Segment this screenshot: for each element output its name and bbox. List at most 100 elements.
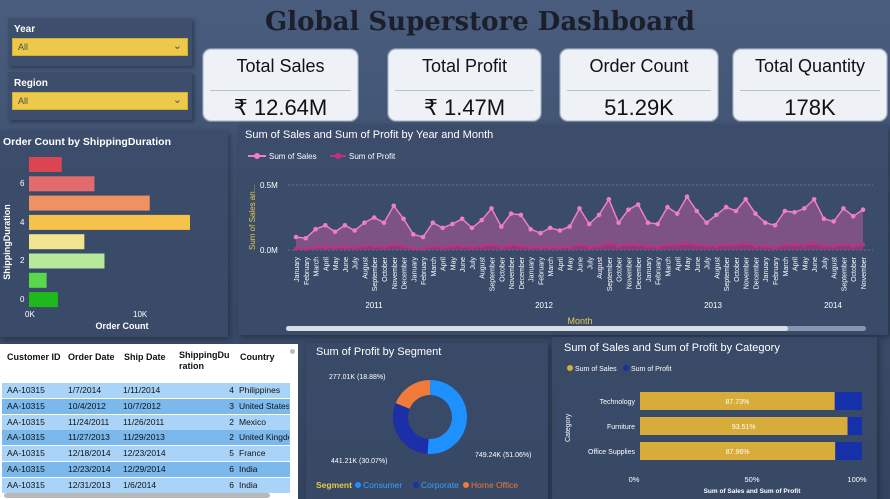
table-row[interactable]: AA-10315 11/24/2011 11/26/2011 2 Mexico xyxy=(2,414,290,430)
profit-point[interactable] xyxy=(704,244,709,249)
sales-point[interactable] xyxy=(362,220,367,225)
profit-point[interactable] xyxy=(489,242,494,247)
legend-profit[interactable]: Sum of Profit xyxy=(330,152,396,161)
profit-point[interactable] xyxy=(773,245,778,250)
profit-point[interactable] xyxy=(831,244,836,249)
profit-point[interactable] xyxy=(548,245,553,250)
sales-point[interactable] xyxy=(332,229,338,235)
profit-point[interactable] xyxy=(577,242,582,247)
profit-point[interactable] xyxy=(538,245,543,250)
profit-point[interactable] xyxy=(675,242,680,247)
column-header[interactable]: Country xyxy=(240,352,275,363)
sales-point[interactable] xyxy=(733,208,739,214)
sales-point[interactable] xyxy=(772,223,778,228)
kpi-total-sales[interactable]: Total Sales ₹ 12.64M xyxy=(203,49,358,121)
sales-point[interactable] xyxy=(391,203,397,209)
bar[interactable] xyxy=(29,234,85,250)
profit-point[interactable] xyxy=(841,242,846,247)
sales-point[interactable] xyxy=(401,216,406,222)
column-header[interactable]: ShippingDu ration xyxy=(179,350,235,372)
table-row[interactable]: AA-10315 12/23/2014 12/29/2014 6 India xyxy=(2,462,290,477)
bar[interactable] xyxy=(29,176,95,192)
profit-point[interactable] xyxy=(861,242,865,247)
profit-point[interactable] xyxy=(685,241,690,246)
profit-point[interactable] xyxy=(792,242,797,247)
sales-point[interactable] xyxy=(616,220,621,225)
profit-bar[interactable] xyxy=(834,392,862,410)
sales-point[interactable] xyxy=(850,213,856,219)
sales-point[interactable] xyxy=(762,220,768,225)
sales-point[interactable] xyxy=(841,206,846,211)
sales-point[interactable] xyxy=(802,206,807,211)
kpi-total-quantity[interactable]: Total Quantity 178K xyxy=(733,49,887,121)
legend-profit[interactable]: Sum of Profit xyxy=(623,365,672,373)
donut-slice[interactable] xyxy=(395,380,430,409)
table-row[interactable]: AA-10315 10/4/2012 10/7/2012 3 United States xyxy=(2,398,290,414)
sales-point[interactable] xyxy=(635,202,641,207)
profit-point[interactable] xyxy=(694,242,699,247)
profit-point[interactable] xyxy=(528,245,533,250)
profit-point[interactable] xyxy=(802,242,807,247)
profit-point[interactable] xyxy=(450,244,455,249)
profit-point[interactable] xyxy=(391,242,396,247)
bar[interactable] xyxy=(29,272,47,288)
profit-point[interactable] xyxy=(411,246,416,251)
profit-point[interactable] xyxy=(782,242,787,247)
sales-point[interactable] xyxy=(792,210,797,215)
profit-point[interactable] xyxy=(303,246,308,251)
sales-point[interactable] xyxy=(450,221,455,227)
profit-bar[interactable] xyxy=(835,442,862,460)
profit-point[interactable] xyxy=(763,244,768,249)
bar[interactable] xyxy=(29,253,105,269)
orders-table[interactable]: Customer ID Order Date Ship Date Shippin… xyxy=(0,344,298,499)
profit-point[interactable] xyxy=(567,245,572,250)
profit-point[interactable] xyxy=(743,241,748,246)
profit-point[interactable] xyxy=(342,245,347,250)
sales-point[interactable] xyxy=(498,224,504,229)
column-header[interactable]: Ship Date xyxy=(124,352,166,363)
column-header[interactable]: Order Date xyxy=(68,352,115,363)
profit-point[interactable] xyxy=(606,241,611,246)
sales-point[interactable] xyxy=(665,204,670,210)
profit-point[interactable] xyxy=(753,244,758,249)
sales-point[interactable] xyxy=(626,207,631,212)
profit-point[interactable] xyxy=(294,246,298,251)
profit-point[interactable] xyxy=(557,245,562,250)
sales-point[interactable] xyxy=(508,211,514,216)
sales-point[interactable] xyxy=(714,212,719,218)
kpi-total-profit[interactable]: Total Profit ₹ 1.47M xyxy=(388,49,541,121)
profit-point[interactable] xyxy=(636,242,641,247)
sales-point[interactable] xyxy=(674,211,680,216)
profit-point[interactable] xyxy=(479,244,484,249)
sales-point[interactable] xyxy=(489,206,494,211)
sales-point[interactable] xyxy=(538,230,543,236)
profit-point[interactable] xyxy=(381,245,386,250)
sales-point[interactable] xyxy=(606,197,612,202)
table-row[interactable]: AA-10315 1/7/2014 1/11/2014 4 Philippines xyxy=(2,383,290,398)
profit-point[interactable] xyxy=(499,245,504,250)
sales-point[interactable] xyxy=(655,221,661,227)
sales-point[interactable] xyxy=(303,236,309,241)
sales-point[interactable] xyxy=(479,217,485,223)
profit-point[interactable] xyxy=(724,242,729,247)
profit-point[interactable] xyxy=(812,241,817,246)
sales-point[interactable] xyxy=(860,207,866,212)
sales-point[interactable] xyxy=(352,228,357,233)
sales-point[interactable] xyxy=(371,215,377,220)
shipping-duration-chart[interactable]: Order Count by ShippingDuration Shipping… xyxy=(0,131,228,337)
profit-point[interactable] xyxy=(733,242,738,247)
scrollbar-thumb[interactable] xyxy=(286,326,788,331)
bar[interactable] xyxy=(29,214,190,230)
column-header[interactable]: Customer ID xyxy=(7,352,61,363)
profit-point[interactable] xyxy=(323,245,328,250)
sales-point[interactable] xyxy=(420,234,426,240)
profit-point[interactable] xyxy=(714,244,719,249)
profit-point[interactable] xyxy=(616,244,621,249)
profit-point[interactable] xyxy=(430,244,435,249)
sales-point[interactable] xyxy=(586,221,592,227)
region-dropdown[interactable]: All ⌄ xyxy=(12,92,188,110)
profit-point[interactable] xyxy=(518,244,523,249)
sales-point[interactable] xyxy=(684,194,690,199)
profit-point[interactable] xyxy=(372,244,377,249)
profit-point[interactable] xyxy=(352,245,357,250)
